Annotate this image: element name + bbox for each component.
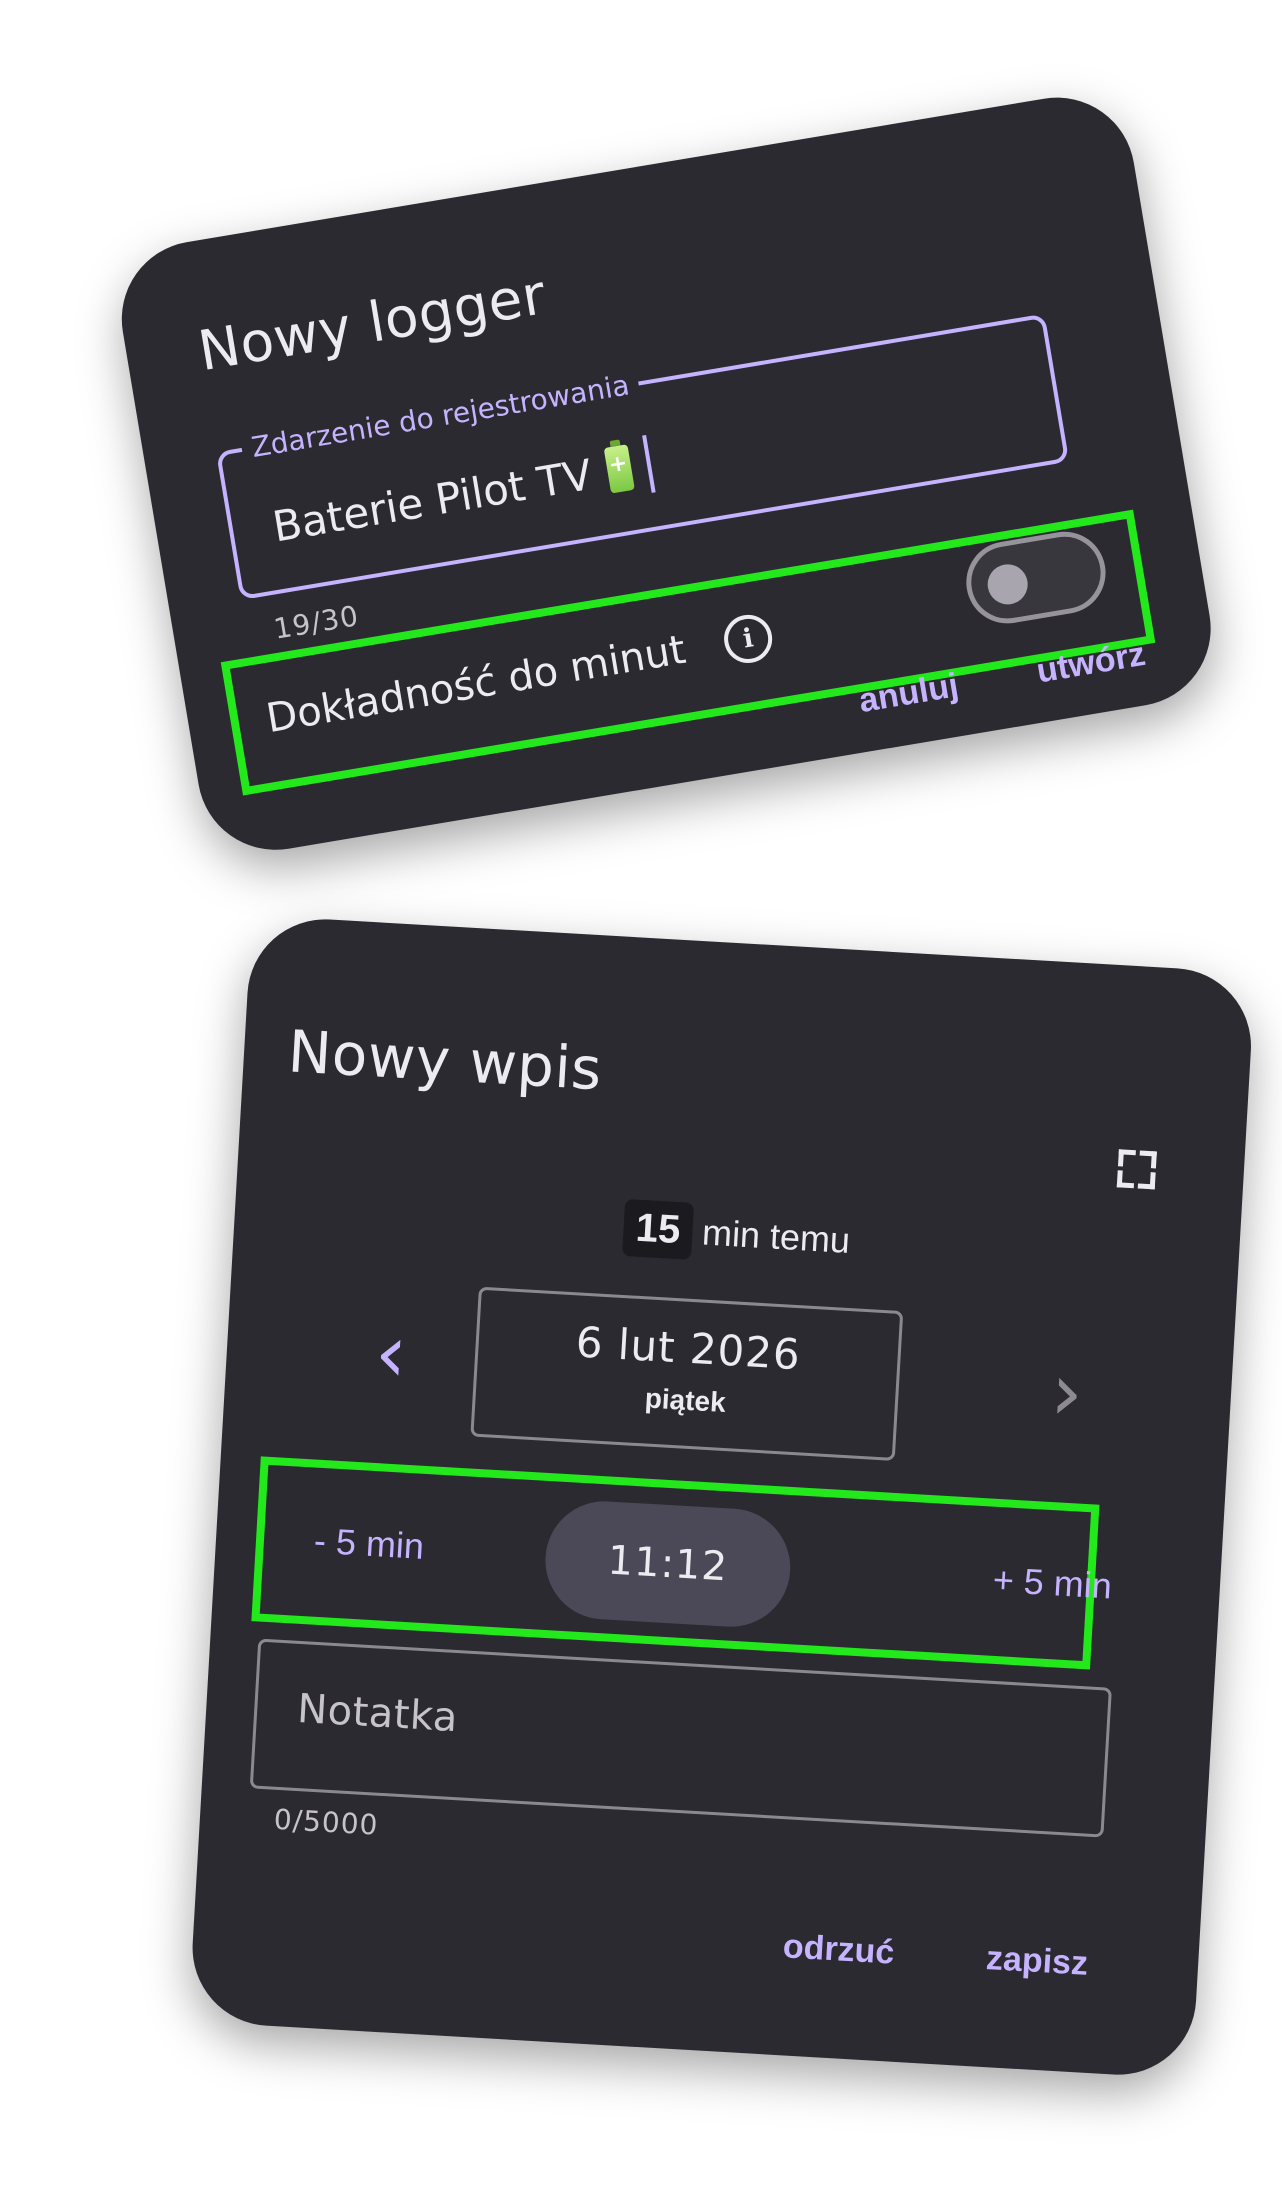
time-ago-unit: min temu [701,1211,852,1261]
note-field[interactable]: Notatka [249,1638,1112,1838]
chevron-left-icon[interactable]: ‹ [372,1306,409,1401]
event-field-counter: 19/30 [271,599,362,646]
date-value: 6 lut 2026 [574,1317,803,1380]
info-icon[interactable]: i [720,611,776,667]
stage: Nowy logger Zdarzenie do rejestrowania B… [0,0,1282,2193]
entry-actions: odrzuć zapisz [782,1927,1089,1984]
dialog-title: Nowy wpis [286,1017,604,1104]
dialog-title: Nowy logger [193,262,551,384]
note-placeholder: Notatka [296,1685,460,1742]
note-counter: 0/5000 [273,1802,380,1842]
new-logger-dialog: Nowy logger Zdarzenie do rejestrowania B… [110,85,1223,862]
new-entry-dialog: Nowy wpis 15 min temu ‹ 6 lut 2026 piątek… [188,915,1256,2080]
event-field-value-row[interactable]: Baterie Pilot TV [268,435,656,555]
toggle-knob [984,561,1031,608]
minus-5-min-button[interactable]: - 5 min [313,1520,425,1568]
discard-button[interactable]: odrzuć [782,1927,895,1972]
chevron-right-icon[interactable]: › [1048,1345,1085,1440]
event-name-input[interactable]: Baterie Pilot TV [269,449,595,551]
date-selector[interactable]: 6 lut 2026 piątek [470,1286,904,1461]
time-ago-value[interactable]: 15 [622,1198,694,1260]
time-ago: 15 min temu [234,1177,1241,1292]
text-cursor [641,435,656,493]
plus-5-min-button[interactable]: + 5 min [992,1559,1113,1608]
battery-icon [603,444,635,494]
fullscreen-icon[interactable] [1116,1149,1157,1190]
time-picker-button[interactable]: 11:12 [542,1498,794,1630]
save-button[interactable]: zapisz [985,1939,1089,1984]
